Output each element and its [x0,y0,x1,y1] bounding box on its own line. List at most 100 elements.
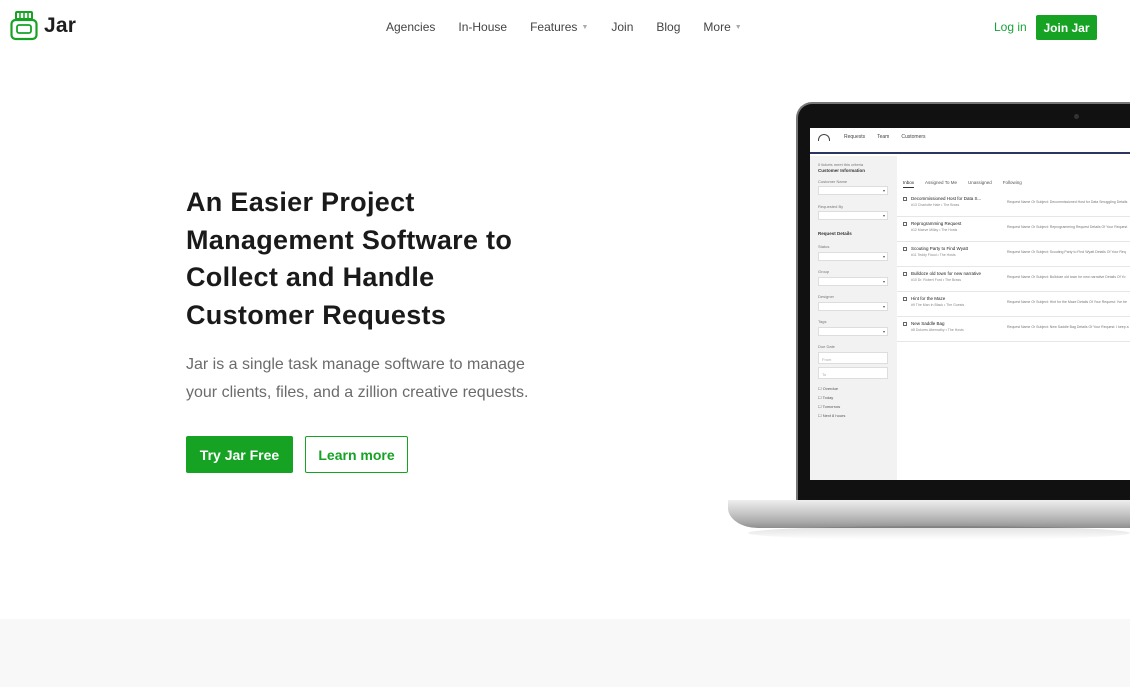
request-meta: #12 Maeve Millay • The Hosts [911,228,958,232]
app-screenshot: Requests Team Customers 0 tickets meet t… [810,128,1130,480]
app-logo-icon [818,134,830,141]
group-select [818,277,888,286]
requested-by-select [818,211,888,220]
request-meta: #10 Dr. Robert Ford • The Brass [911,278,961,282]
designer-label: Designer [818,294,835,299]
nav-link-agencies[interactable]: Agencies [386,20,435,34]
hero-title-line: Collect and Handle [186,262,435,292]
chevron-down-icon: ▼ [581,24,589,31]
nav-link-label: In-House [458,20,508,34]
filter-checkbox: ☐ Next 8 hours [818,413,846,418]
request-row: Hint for the Maze #9 The Man In Black • … [897,292,1130,317]
request-desc: Request Name Or Subject: Reprogramming R… [1007,225,1128,229]
inbox-tab: Assigned To Me [925,180,957,185]
logo[interactable]: Jar [10,11,76,41]
app-tab-customers: Customers [901,134,926,140]
filter-checkbox: ☐ Today [818,395,834,400]
app-filter-sidebar: 0 tickets meet this criteria Customer In… [810,156,897,480]
request-title: Decommissioned Host for Data S... [911,196,982,201]
request-meta: #13 Charlotte Hale • The Brass [911,203,960,207]
top-nav: Jar Agencies In-House Features ▼ Join Blo… [0,0,1130,54]
request-title: Reprogramming Request [911,221,962,226]
request-meta: #9 The Man In Black • The Guests [911,303,965,307]
request-desc: Request Name Or Subject: New Saddle Bag … [1007,325,1129,329]
filter-label: Today [822,395,834,400]
status-select [818,252,888,261]
join-button[interactable]: Join Jar [1036,15,1097,40]
app-request-list: Inbox Assigned To Me Unassigned Followin… [897,156,1130,480]
filter-label: Overdue [822,386,839,391]
request-desc: Request Name Or Subject: Decommissioned … [1007,200,1128,204]
request-details-heading: Request Details [818,231,852,236]
nav-link-label: Agencies [386,20,436,34]
app-tabs: Requests Team Customers [844,134,938,140]
checkbox-icon [903,297,907,301]
nav-link-more[interactable]: More ▼ [703,20,741,34]
inbox-tab: Unassigned [967,180,992,185]
logo-wordmark: Jar [44,14,77,37]
due-date-from-input: From [818,352,888,364]
designer-select [818,302,888,311]
filter-checkbox: ☐ Overdue [818,386,839,391]
camera-icon [1074,114,1079,119]
nav-link-label: Features [530,20,578,34]
nav-link-label: Blog [656,20,681,34]
filter-checkbox: ☐ Tomorrow [818,404,841,409]
request-row: Bulldoze old town for new narrative #10 … [897,267,1130,292]
nav-link-features[interactable]: Features ▼ [530,20,588,34]
inbox-tab: Following [1002,180,1022,185]
app-tab-team: Team [877,134,890,140]
request-title: Scouting Party to Find Wyatt [911,246,968,251]
hero-title-line: An Easier Project [186,187,415,217]
laptop-shadow [748,526,1130,540]
hero-subtitle: Jar is a single task manage software to … [186,351,566,407]
hero-title: An Easier Project Management Software to… [186,184,606,334]
request-meta: #8 Dolores Abernathy • The Hosts [911,328,964,332]
checkbox-icon [903,322,907,326]
jar-logo-icon [10,11,38,41]
request-title: Hint for the Maze [911,296,946,301]
try-jar-free-button[interactable]: Try Jar Free [186,436,293,473]
request-title: Bulldoze old town for new narrative [911,271,982,276]
request-desc: Request Name Or Subject: Scouting Party … [1007,250,1126,254]
nav-links: Agencies In-House Features ▼ Join Blog Mo… [386,20,765,34]
status-label: Status [818,244,830,249]
request-row: Reprogramming Request #12 Maeve Millay •… [897,217,1130,242]
request-meta: #11 Teddy Flood • The Hosts [911,253,956,257]
nav-link-label: Join [611,20,634,34]
hero-subtitle-line: your clients, files, and a zillion creat… [186,384,529,401]
filter-label: Tomorrow [822,404,841,409]
app-header: Requests Team Customers [810,128,1130,154]
login-link[interactable]: Log in [994,20,1027,34]
chevron-down-icon: ▼ [734,24,742,31]
inbox-tabs: Inbox Assigned To Me Unassigned Followin… [903,180,1033,188]
filter-count: 0 tickets meet this criteria [818,162,864,167]
app-tab-requests: Requests [844,134,866,140]
hero-subtitle-line: Jar is a single task manage software to … [186,356,525,373]
nav-link-in-house[interactable]: In-House [458,20,507,34]
checkbox-icon [903,247,907,251]
next-section-band [0,619,1130,687]
hero-title-line: Management Software to [186,224,513,255]
nav-link-join[interactable]: Join [611,20,633,34]
requested-by-label: Requested By [818,204,844,209]
laptop-illustration: Requests Team Customers 0 tickets meet t… [728,102,1130,542]
laptop-base [728,500,1130,528]
learn-more-button[interactable]: Learn more [305,436,408,473]
tags-select [818,327,888,336]
inbox-tab: Inbox [903,180,915,188]
request-row: New Saddle Bag #8 Dolores Abernathy • Th… [897,317,1130,342]
request-desc: Request Name Or Subject: Hint for the Ma… [1007,300,1127,304]
hero-title-line: Customer Requests [186,299,447,330]
request-row: Scouting Party to Find Wyatt #11 Teddy F… [897,242,1130,267]
nav-link-blog[interactable]: Blog [656,20,680,34]
nav-link-label: More [703,20,731,34]
checkbox-icon [903,197,907,201]
customer-name-select [818,186,888,195]
group-label: Group [818,269,830,274]
request-desc: Request Name Or Subject: Bulldoze old to… [1007,275,1126,279]
filter-label: Next 8 hours [822,413,846,418]
request-title: New Saddle Bag [911,321,945,326]
checkbox-icon [903,272,907,276]
customer-info-heading: Customer Information [818,168,866,173]
